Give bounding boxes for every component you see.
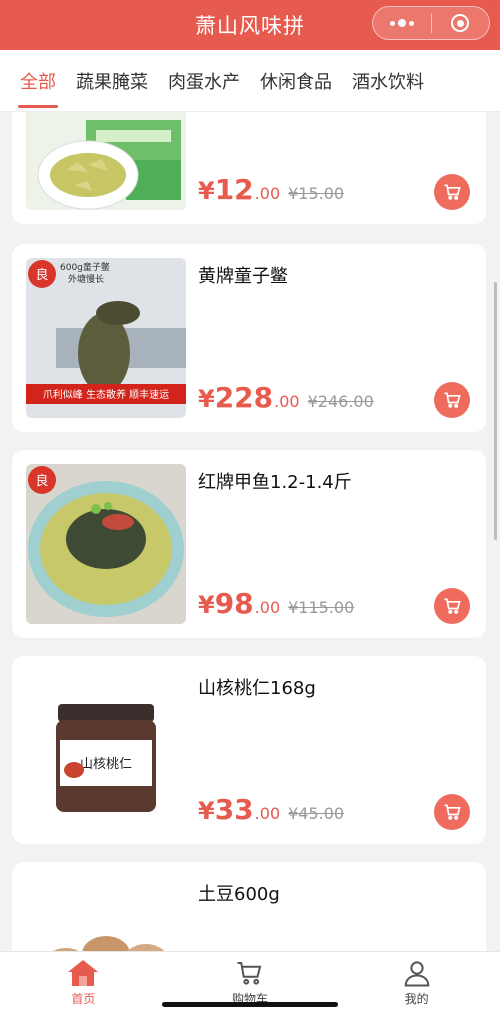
add-to-cart-button[interactable] (434, 382, 470, 418)
currency-symbol: ¥ (198, 797, 215, 825)
cart-icon (444, 598, 461, 614)
product-card[interactable]: ¥ 12 .00 ¥15.00 (12, 112, 486, 224)
tab-meat-seafood[interactable]: 肉蛋水产 (168, 68, 240, 94)
miniprogram-capsule (372, 6, 490, 40)
original-price: ¥45.00 (288, 804, 345, 823)
svg-text:良: 良 (35, 473, 48, 489)
price-decimal: .00 (254, 598, 281, 617)
tab-drinks[interactable]: 酒水饮料 (352, 68, 424, 94)
add-to-cart-button[interactable] (434, 794, 470, 830)
price-integer: 228 (214, 381, 274, 414)
price-integer: 12 (214, 173, 254, 206)
image-banner-text: 爪利似峰 生态散养 顺丰速运 (43, 388, 169, 401)
price: ¥ 33 .00 ¥45.00 (198, 793, 344, 826)
price: ¥ 228 .00 ¥246.00 (198, 381, 374, 414)
nav-home[interactable]: 首页 (0, 952, 167, 1015)
product-image (26, 112, 186, 210)
add-to-cart-button[interactable] (434, 588, 470, 624)
product-name: 土豆600g (198, 884, 280, 905)
cart-icon (444, 804, 461, 820)
original-price: ¥246.00 (307, 392, 374, 411)
original-price: ¥15.00 (288, 184, 345, 203)
price: ¥ 98 .00 ¥115.00 (198, 587, 354, 620)
home-indicator (162, 1002, 338, 1007)
product-image: 良 600g童子鳖 外塘慢长 爪利似峰 生态散养 顺丰速运 (26, 258, 186, 418)
price-decimal: .00 (274, 392, 300, 411)
target-icon (451, 14, 470, 32)
price-integer: 33 (214, 793, 254, 826)
cart-icon (444, 392, 461, 408)
product-image: 良 (26, 464, 186, 624)
cart-icon (237, 962, 262, 985)
product-name: 山核桃仁168g (198, 678, 316, 699)
product-image (26, 876, 186, 952)
product-list: ¥ 12 .00 ¥15.00 良 600g童子鳖 外塘慢长 爪利似峰 生态散养… (0, 112, 500, 952)
price-integer: 98 (214, 587, 254, 620)
app-title: 萧山风味拼 (195, 14, 305, 38)
price-decimal: .00 (254, 804, 281, 823)
close-miniprogram-button[interactable] (432, 7, 490, 39)
svg-text:良: 良 (35, 267, 48, 283)
app-header: 萧山风味拼 (0, 0, 500, 50)
product-card[interactable]: 良 600g童子鳖 外塘慢长 爪利似峰 生态散养 顺丰速运 黄牌童子鳖 ¥ 22… (12, 244, 486, 432)
product-name: 黄牌童子鳖 (198, 266, 288, 287)
product-card[interactable]: 土豆600g (12, 862, 486, 952)
nav-profile[interactable]: 我的 (333, 952, 500, 1015)
more-dots-icon (389, 19, 414, 27)
tab-vegetables[interactable]: 蔬果腌菜 (76, 68, 148, 94)
image-tag-weight: 600g童子鳖 (60, 261, 110, 273)
price: ¥ 12 .00 ¥15.00 (198, 173, 344, 206)
user-icon (404, 961, 429, 987)
nav-home-label: 首页 (71, 992, 96, 1006)
product-image: 山核桃仁 (26, 670, 186, 830)
tab-all[interactable]: 全部 (18, 68, 58, 108)
home-icon (68, 960, 99, 986)
currency-symbol: ¥ (198, 591, 215, 619)
original-price: ¥115.00 (288, 598, 355, 617)
price-decimal: .00 (254, 184, 281, 203)
nav-profile-label: 我的 (404, 992, 429, 1006)
more-button[interactable] (373, 7, 431, 39)
product-card[interactable]: 良 红牌甲鱼1.2-1.4斤 ¥ 98 .00 ¥115.00 (12, 450, 486, 638)
product-name: 红牌甲鱼1.2-1.4斤 (198, 472, 352, 493)
currency-symbol: ¥ (198, 385, 215, 413)
image-tag-farm: 外塘慢长 (68, 273, 104, 285)
category-tabs: 全部 蔬果腌菜 肉蛋水产 休闲食品 酒水饮料 (0, 50, 500, 112)
tab-snacks[interactable]: 休闲食品 (260, 68, 332, 94)
cart-icon (444, 184, 461, 200)
currency-symbol: ¥ (198, 177, 215, 205)
scrollbar[interactable] (494, 282, 497, 540)
jar-label: 山核桃仁 (80, 757, 132, 772)
add-to-cart-button[interactable] (434, 174, 470, 210)
product-card[interactable]: 山核桃仁 山核桃仁168g ¥ 33 .00 ¥45.00 (12, 656, 486, 844)
